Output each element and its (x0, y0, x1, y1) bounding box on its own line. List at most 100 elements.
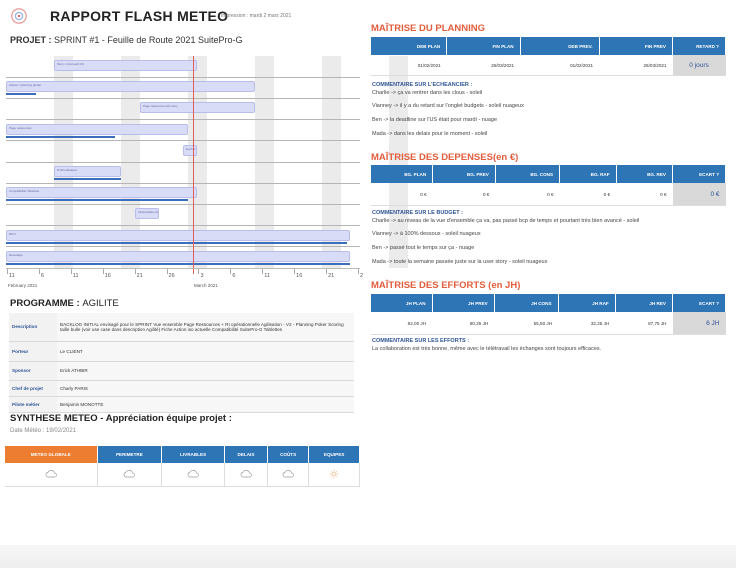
gantt-progress-line (6, 93, 36, 96)
gantt-row-divider (6, 119, 360, 121)
table-row: 82,00 JH 80,25 JH 55,50 JH 32,25 JH 87,7… (371, 312, 726, 335)
gantt-row-divider (6, 140, 360, 142)
table-row: 01/02/2021 26/03/2021 01/02/2021 26/03/2… (371, 55, 726, 76)
efforts-col-header: JH PLAN (371, 294, 433, 312)
project-label: PROJET : (10, 35, 52, 45)
meteo-column-header: DELAIS (224, 446, 268, 463)
gantt-tick-label: 11 (264, 273, 270, 279)
sun-icon (308, 463, 360, 487)
efforts-col-header: JH REV (615, 294, 674, 312)
gantt-axis-tick (198, 269, 200, 274)
gantt-tick-label: 21 (136, 273, 143, 279)
planning-col-header: FIN PREV (599, 37, 674, 55)
gantt-tick-label: 16 (104, 273, 111, 279)
gantt-tick-label: 11 (9, 273, 15, 279)
efforts-col-header: JH PREV (432, 294, 495, 312)
programme-value: Erick ATHBIR (57, 361, 354, 381)
programme-table: Description BACKLOG INITIAL envisagé pou… (9, 313, 354, 413)
planning-value: 26/03/2021 (599, 55, 673, 76)
efforts-col-header: ECART ? (672, 294, 726, 312)
gantt-row-divider (6, 203, 360, 205)
meteo-column-header: PERIMETRE (97, 446, 163, 463)
meteo-weather-row (5, 463, 360, 487)
budget-comment: Charlie -> au niveau de la vue d'ensembl… (372, 218, 640, 224)
gantt-tick-label: 16 (296, 273, 303, 279)
gantt-task-bar: Profil utilisateur (53, 166, 121, 177)
gantt-task-bar: Compatibilité Tablettes (6, 187, 198, 199)
efforts-value: 80,25 JH (432, 312, 495, 335)
meteo-table: METEO GLOBALE PERIMETRE LIVRABLES DELAIS COÛ… (5, 446, 360, 487)
ecart-value: 6 JH (672, 312, 726, 335)
planning-col-header: FIN PLAN (446, 37, 521, 55)
planning-heading: MAÎTRISE DU PLANNING (371, 23, 485, 34)
gantt-task-bar: Activer / planning global (6, 81, 255, 93)
depenses-value: 0 € (559, 183, 617, 206)
meteo-column-header: COÛTS (267, 446, 310, 463)
gantt-axis-tick (326, 269, 328, 274)
gantt-task-bar: Recettage (6, 250, 351, 262)
programme-value: Benjamin MONOTTE (57, 396, 354, 413)
logo-icon (11, 8, 27, 24)
table-row: Sponsor Erick ATHBIR (9, 361, 354, 381)
project-name: SPRINT #1 - Feuille de Route 2021 SuiteP… (54, 35, 243, 45)
gantt-axis-tick (134, 269, 136, 274)
programme-name: AGILITE (82, 298, 119, 309)
efforts-comment-heading: COMMENTAIRE SUR LES EFFORTS : (372, 338, 470, 344)
programme-key: Description (9, 313, 57, 342)
report-title: RAPPORT FLASH METEO (50, 8, 229, 24)
efforts-heading: MAÎTRISE DES EFFORTS (en JH) (371, 280, 521, 291)
table-row: Porteur Le CLIENT (9, 341, 354, 362)
gantt-task-bar: Optimisation de la story (135, 208, 160, 220)
planning-value: 01/02/2021 (371, 55, 447, 76)
project-title: PROJET : SPRINT #1 - Feuille de Route 20… (10, 35, 242, 45)
programme-key: Sponsor (9, 361, 57, 381)
gantt-progress-line (53, 178, 121, 180)
table-row: Description BACKLOG INITIAL envisagé pou… (9, 313, 354, 342)
gantt-tick-label: 6 (232, 273, 236, 279)
programme-key: Chef de projet (9, 380, 57, 397)
depenses-col-header: ECART ? (672, 165, 726, 183)
planning-table: DEB PLAN FIN PLAN DEB PREV. FIN PREV RET… (371, 37, 726, 76)
programme-value: Le CLIENT (57, 341, 354, 362)
budget-comment-heading: COMMENTAIRE SUR LE BUDGET : (372, 210, 463, 216)
programme-value: BACKLOG INITIAL envisagé pour le SPRINT … (57, 313, 354, 342)
depenses-table: BG. PLAN BG. PREV BG. CONS BG. RAF BG. R… (371, 165, 726, 206)
planning-col-header: DEB PLAN (371, 37, 448, 55)
gantt-row-divider (6, 182, 360, 184)
gantt-progress-line (6, 262, 351, 265)
gantt-month-label: March 2021 (194, 283, 218, 288)
planning-comment-heading: COMMENTAIRE SUR L'ECHEANCIER : (372, 82, 473, 88)
efforts-table: JH PLAN JH PREV JH CONS JH RAF JH REV EC… (371, 294, 726, 335)
table-row: Pilote métier Benjamin MONOTTE (9, 396, 354, 413)
meteo-date: Date Météo : 19/02/2021 (10, 428, 77, 434)
depenses-col-header: BG. PLAN (371, 165, 434, 183)
meteo-column-header: METEO GLOBALE (5, 446, 98, 463)
gantt-tick-label: 26 (168, 273, 175, 279)
gantt-task-bar: Story 1 (Accueil) 0% (53, 60, 198, 71)
cloud-icon (161, 463, 225, 487)
meteo-column-header: EQUIPES (308, 446, 360, 463)
gantt-axis-tick (70, 269, 72, 274)
gantt-tick-label: 2 (360, 273, 364, 279)
table-row: Chef de projet Charly PARIS (9, 380, 354, 397)
gantt-axis-tick (166, 269, 168, 274)
depenses-value: 0 € (616, 183, 673, 206)
budget-comment: Mada -> toute la semaine passée juste su… (372, 259, 548, 265)
gantt-task-bar: RCO (6, 229, 351, 241)
gantt-progress-line (6, 199, 188, 202)
depenses-col-header: BG. PREV (432, 165, 496, 183)
programme-key: Pilote métier (9, 396, 57, 413)
ecart-value: 0 € (672, 183, 726, 206)
delay-value: 0 jours (672, 55, 726, 76)
planning-col-header: RETARD ? (672, 37, 726, 55)
print-date: Impression : mardi 2 mars 2021 (221, 13, 292, 19)
synthese-heading: SYNTHESE METEO - Appréciation équipe pro… (10, 413, 232, 424)
gantt-time-axis (6, 268, 360, 293)
gantt-row-divider (6, 76, 360, 78)
gantt-axis-tick (294, 269, 296, 274)
efforts-col-header: JH RAF (558, 294, 616, 312)
gantt-progress-line (6, 241, 347, 244)
efforts-value: 82,00 JH (371, 312, 433, 335)
budget-comment: Vianney -> à 100% dessous - soleil nuage… (372, 231, 481, 237)
gantt-axis-tick (358, 269, 359, 274)
